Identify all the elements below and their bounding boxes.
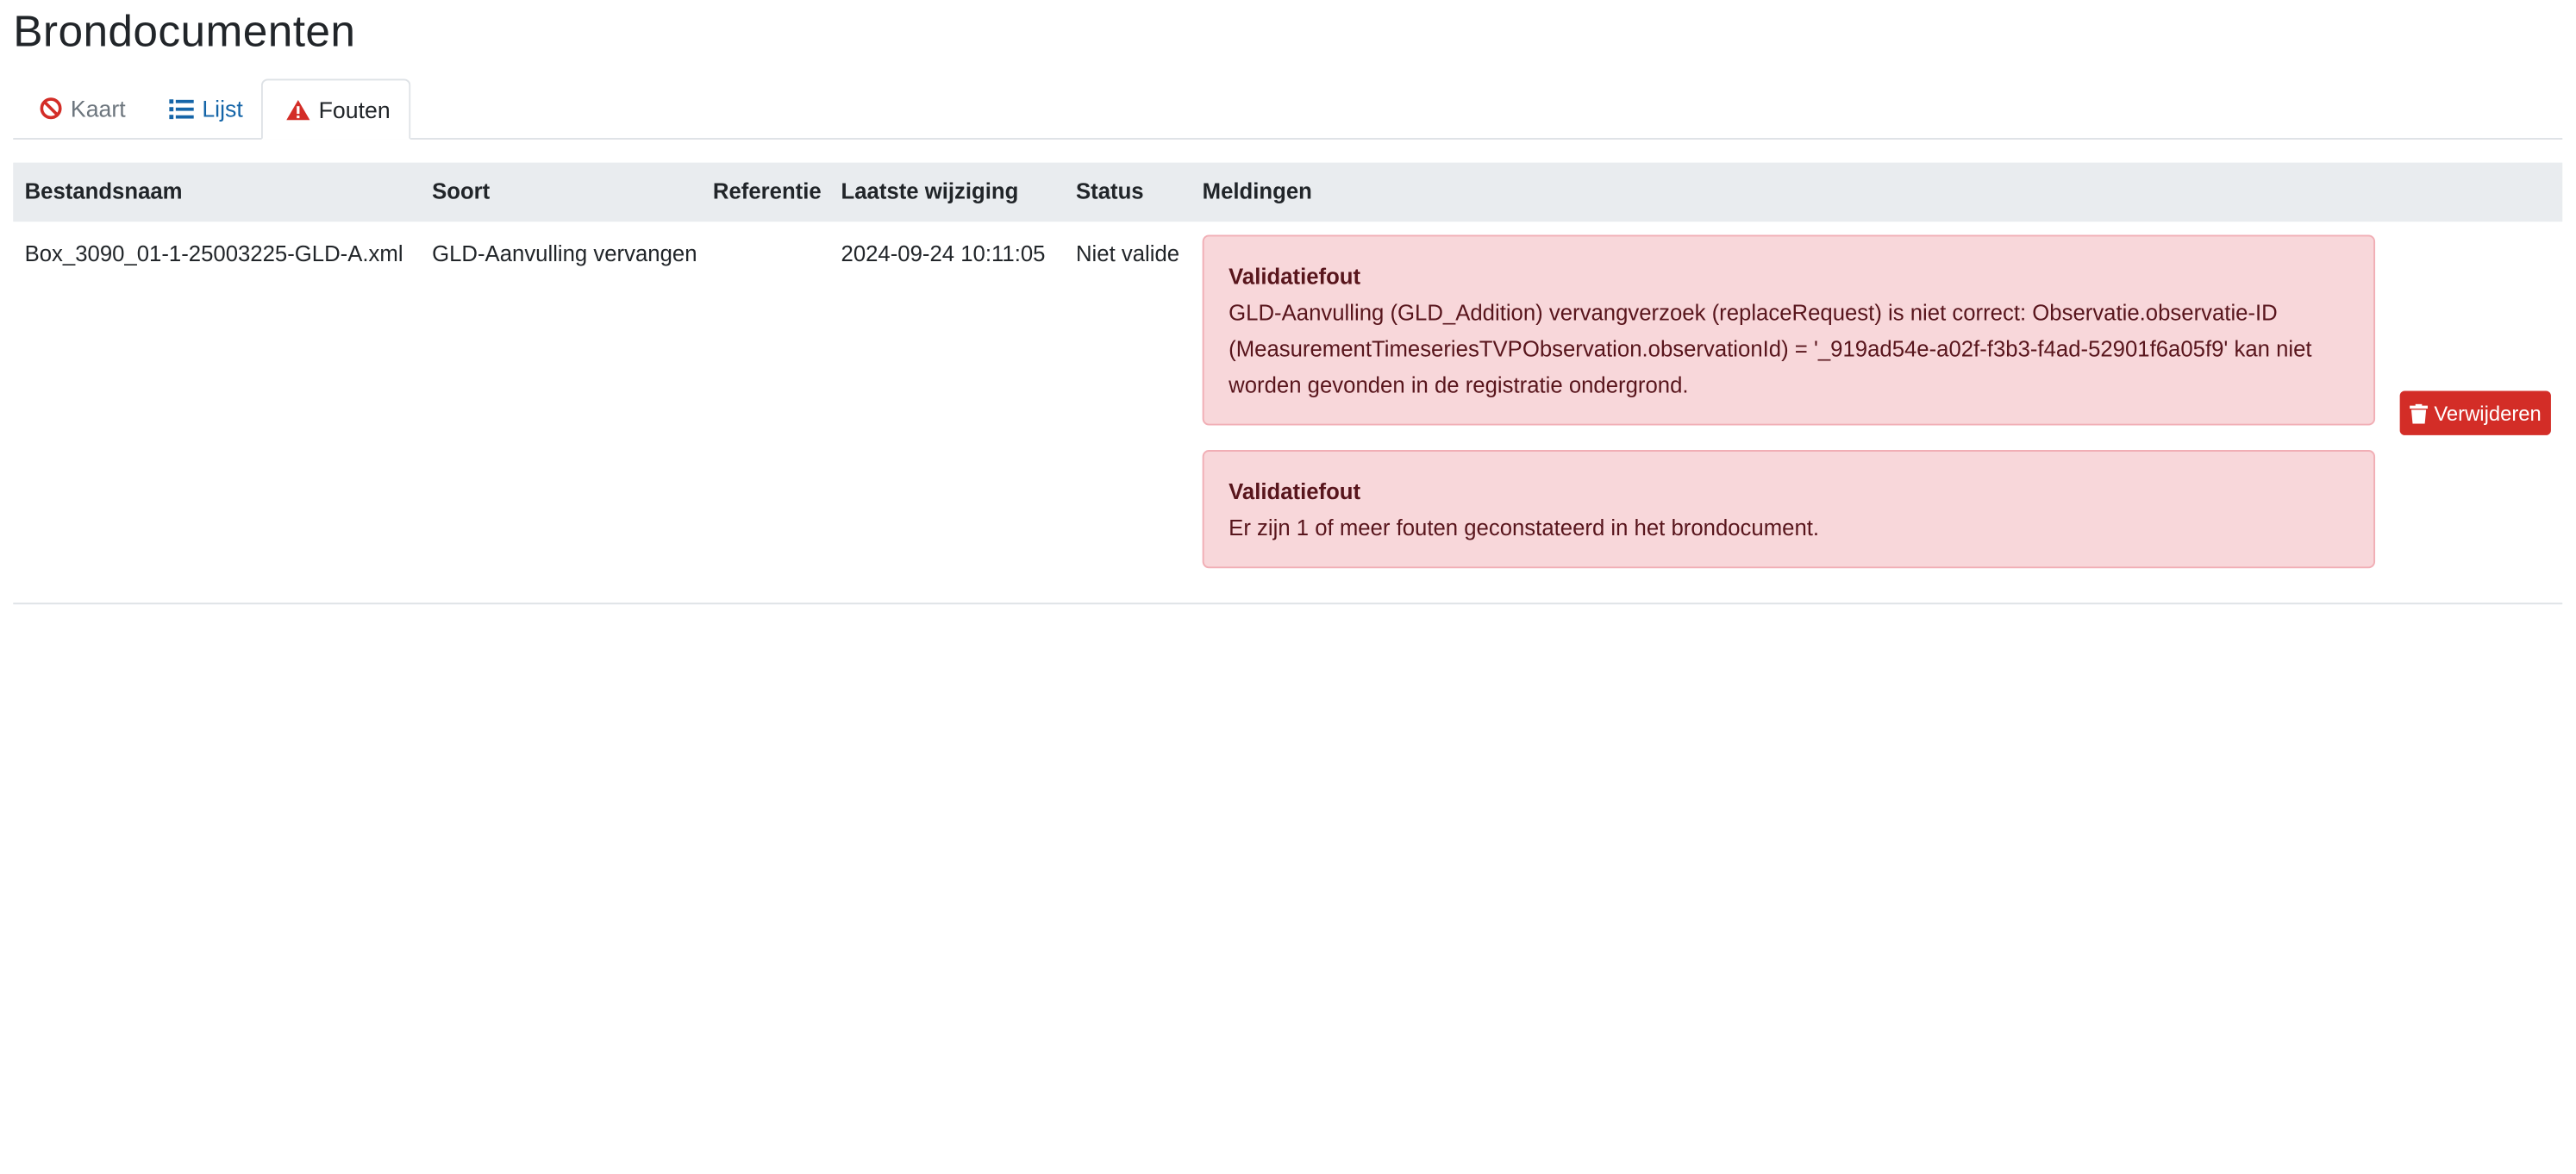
table-row: Box_3090_01-1-25003225-GLD-A.xml GLD-Aan… — [13, 222, 2563, 605]
alert-message: GLD-Aanvulling (GLD_Addition) vervangver… — [1229, 300, 2312, 398]
page: Brondocumenten Kaart Lijst Fouten Bestan… — [0, 0, 2576, 1174]
tab-lijst[interactable]: Lijst — [167, 78, 244, 138]
delete-button-label: Verwijderen — [2434, 401, 2542, 425]
tab-bar: Kaart Lijst Fouten — [13, 78, 2563, 140]
cell-soort: GLD-Aanvulling vervangen — [432, 241, 697, 266]
column-header-soort[interactable]: Soort — [432, 179, 490, 204]
warning-icon — [286, 97, 311, 122]
column-header-bestandsnaam[interactable]: Bestandsnaam — [25, 179, 183, 204]
delete-button[interactable]: Verwijderen — [2399, 390, 2551, 435]
tab-lijst-label: Lijst — [202, 95, 243, 122]
page-title: Brondocumenten — [13, 6, 356, 56]
validation-alert: Validatiefout Er zijn 1 of meer fouten g… — [1202, 450, 2376, 569]
tab-kaart-label: Kaart — [70, 95, 126, 122]
tab-fouten-label: Fouten — [318, 96, 391, 122]
column-header-referentie[interactable]: Referentie — [713, 179, 822, 204]
cell-status: Niet valide — [1075, 241, 1180, 266]
trash-icon — [2409, 403, 2428, 423]
alert-title: Validatiefout — [1229, 479, 1361, 504]
alert-title: Validatiefout — [1229, 264, 1361, 290]
cell-bestandsnaam: Box_3090_01-1-25003225-GLD-A.xml — [24, 241, 403, 266]
alert-message: Er zijn 1 of meer fouten geconstateerd i… — [1229, 515, 1820, 540]
validation-alert: Validatiefout GLD-Aanvulling (GLD_Additi… — [1202, 234, 2376, 426]
cell-laatste-wijziging: 2024-09-24 10:11:05 — [841, 241, 1046, 266]
table-header: Bestandsnaam Soort Referentie Laatste wi… — [13, 162, 2563, 222]
column-header-meldingen[interactable]: Meldingen — [1203, 179, 1312, 204]
column-header-status[interactable]: Status — [1076, 179, 1144, 204]
documents-table: Bestandsnaam Soort Referentie Laatste wi… — [13, 162, 2563, 605]
column-header-laatste-wijziging[interactable]: Laatste wijziging — [841, 179, 1019, 204]
tab-fouten[interactable]: Fouten — [260, 78, 411, 140]
ban-icon — [38, 96, 63, 121]
list-icon — [169, 96, 194, 121]
tab-kaart[interactable]: Kaart — [36, 78, 128, 138]
